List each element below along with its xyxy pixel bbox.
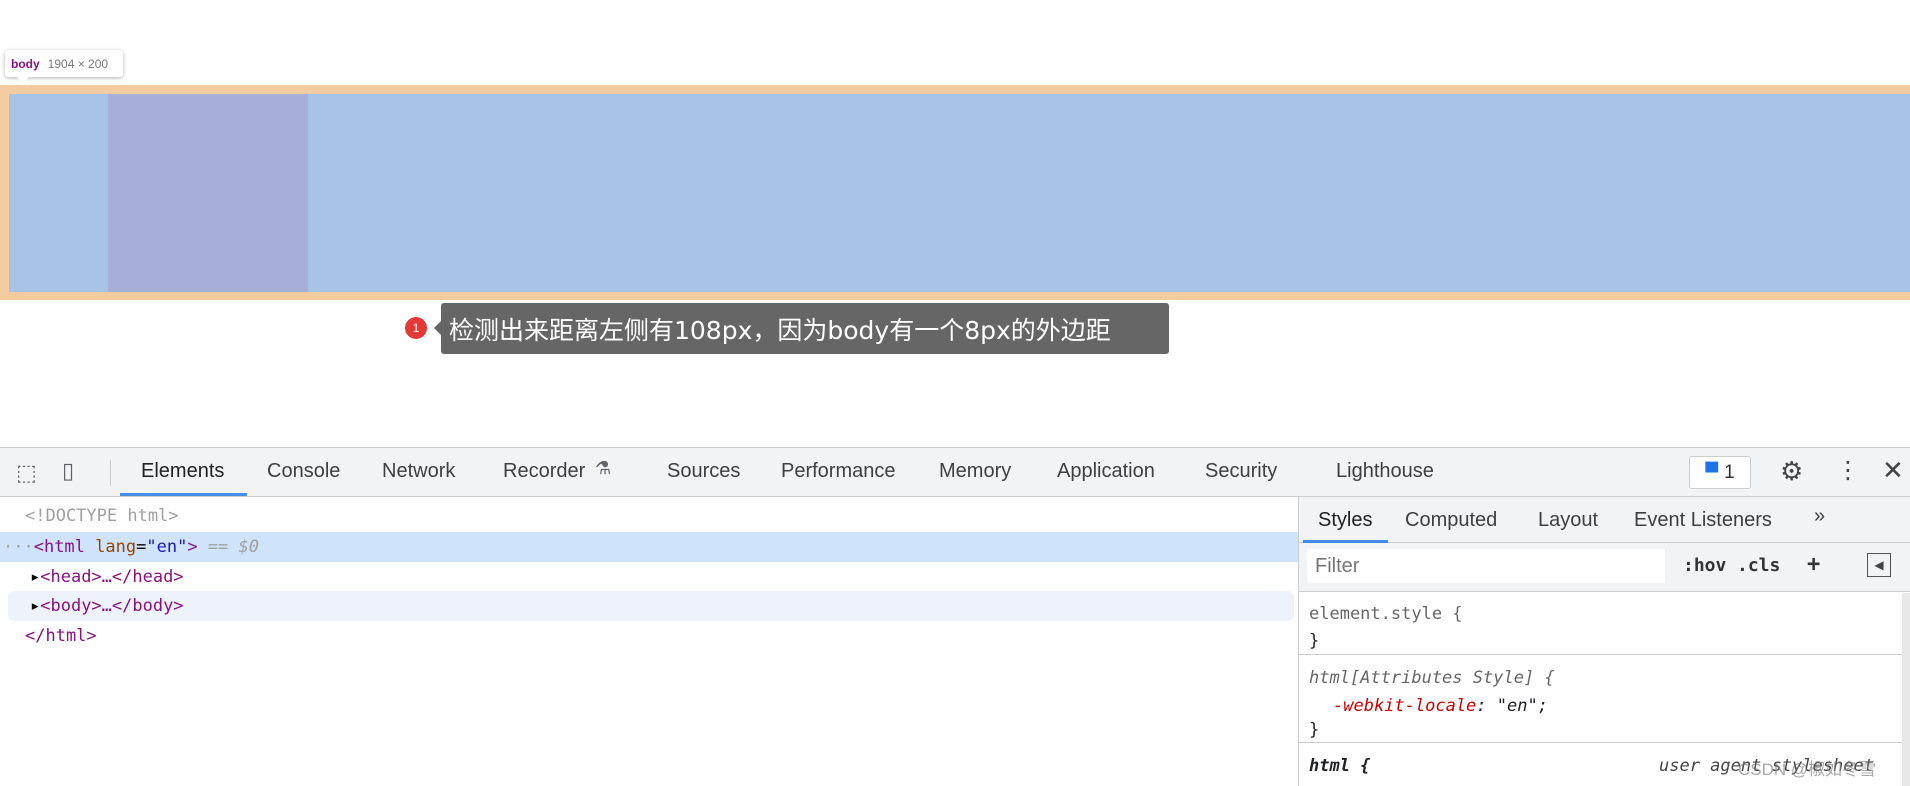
- doctype-text: <!DOCTYPE html>: [25, 506, 179, 526]
- settings-gear-icon[interactable]: ⚙: [1780, 456, 1803, 487]
- tab-network[interactable]: Network: [382, 460, 455, 483]
- rule-close: }: [1309, 720, 1320, 740]
- rule-divider: [1299, 742, 1904, 743]
- issues-count: 1: [1724, 461, 1735, 483]
- subtab-event-listeners[interactable]: Event Listeners: [1634, 509, 1772, 532]
- subtab-styles[interactable]: Styles: [1318, 509, 1372, 532]
- dom-html-node[interactable]: ···<html lang="en"> == $0: [0, 532, 1298, 562]
- css-property: -webkit-locale: [1333, 696, 1477, 716]
- styles-filter-bar: :hov .cls + ◀: [1299, 543, 1910, 592]
- tab-recorder[interactable]: Recorder: [503, 460, 585, 483]
- rule-divider: [1299, 654, 1904, 655]
- annotation-note: 检测出来距离左侧有108px，因为body有一个8px的外边距: [434, 303, 1169, 354]
- rule-close: }: [1309, 631, 1320, 651]
- dom-html-close[interactable]: </html>: [0, 621, 1298, 651]
- html-attr: lang: [95, 537, 137, 557]
- device-toggle-icon[interactable]: ▯: [62, 458, 74, 484]
- dom-doctype[interactable]: <!DOCTYPE html>: [0, 501, 1298, 531]
- tooltip-size: 1904 × 200: [47, 56, 109, 71]
- styles-scrollbar[interactable]: [1902, 593, 1910, 786]
- tab-memory[interactable]: Memory: [939, 460, 1011, 483]
- expand-arrow-icon[interactable]: ▸: [30, 596, 40, 616]
- tab-sources[interactable]: Sources: [667, 460, 740, 483]
- devtools-panel: ⬚ ▯ Elements Console Network Recorder ⚗ …: [0, 447, 1910, 786]
- css-declaration[interactable]: -webkit-locale: "en";: [1333, 696, 1548, 716]
- flask-icon: ⚗: [595, 458, 612, 478]
- attributes-style-selector: html[Attributes Style] {: [1309, 668, 1555, 688]
- active-tab-indicator: [120, 493, 247, 496]
- tab-console[interactable]: Console: [267, 460, 340, 483]
- html-tag: <html: [33, 537, 85, 557]
- devtools-toolbar: ⬚ ▯ Elements Console Network Recorder ⚗ …: [0, 448, 1910, 497]
- expand-arrow-icon[interactable]: ▸: [30, 567, 40, 587]
- element-style-selector: element.style {: [1309, 604, 1463, 624]
- more-menu-icon[interactable]: ⋮: [1836, 456, 1860, 485]
- subtab-layout[interactable]: Layout: [1538, 509, 1598, 532]
- close-icon[interactable]: ✕: [1882, 455, 1904, 486]
- styles-subtabs: Styles Computed Layout Event Listeners »: [1299, 497, 1910, 543]
- elements-tree: <!DOCTYPE html> ···<html lang="en"> == $…: [0, 497, 1298, 786]
- head-tag: <head>…</head>: [40, 567, 184, 587]
- subtab-computed[interactable]: Computed: [1405, 509, 1497, 532]
- issues-button[interactable]: ▀ 1: [1689, 456, 1751, 489]
- tab-lighthouse[interactable]: Lighthouse: [1336, 460, 1434, 483]
- dom-body-node[interactable]: ▸<body>…</body>: [8, 591, 1294, 621]
- inspect-element-icon[interactable]: ⬚: [16, 460, 37, 486]
- watermark: CSDN @椒如冬雪: [1738, 760, 1877, 779]
- tooltip-tag: body: [11, 56, 40, 71]
- tab-elements[interactable]: Elements: [141, 460, 224, 483]
- html-selector: html {: [1309, 756, 1371, 776]
- cls-toggle[interactable]: .cls: [1737, 555, 1780, 576]
- dom-head-node[interactable]: ▸<head>…</head>: [0, 562, 1298, 592]
- tab-application[interactable]: Application: [1057, 460, 1155, 483]
- more-tabs-chevron-icon[interactable]: »: [1814, 505, 1825, 528]
- styles-filter-input[interactable]: [1307, 549, 1665, 583]
- toolbar-divider: [110, 460, 111, 486]
- tab-performance[interactable]: Performance: [781, 460, 896, 483]
- html-tag-close: >: [187, 537, 198, 557]
- html-end-tag: </html>: [25, 626, 97, 646]
- child-box: [108, 94, 308, 292]
- css-value: : "en";: [1476, 696, 1548, 716]
- hov-toggle[interactable]: :hov: [1683, 555, 1726, 576]
- new-rule-button[interactable]: +: [1807, 552, 1820, 577]
- tab-security[interactable]: Security: [1205, 460, 1277, 483]
- selected-marker: == $0: [207, 537, 259, 557]
- styles-pane: Styles Computed Layout Event Listeners »…: [1298, 497, 1910, 786]
- element-tooltip: body 1904 × 200: [5, 50, 123, 83]
- annotation-badge: 1: [405, 317, 427, 339]
- message-icon: ▀: [1705, 462, 1719, 482]
- toggle-sidebar-icon[interactable]: ◀: [1867, 553, 1891, 577]
- body-tag: <body>…</body>: [40, 596, 184, 616]
- html-attr-value: "en": [146, 537, 188, 557]
